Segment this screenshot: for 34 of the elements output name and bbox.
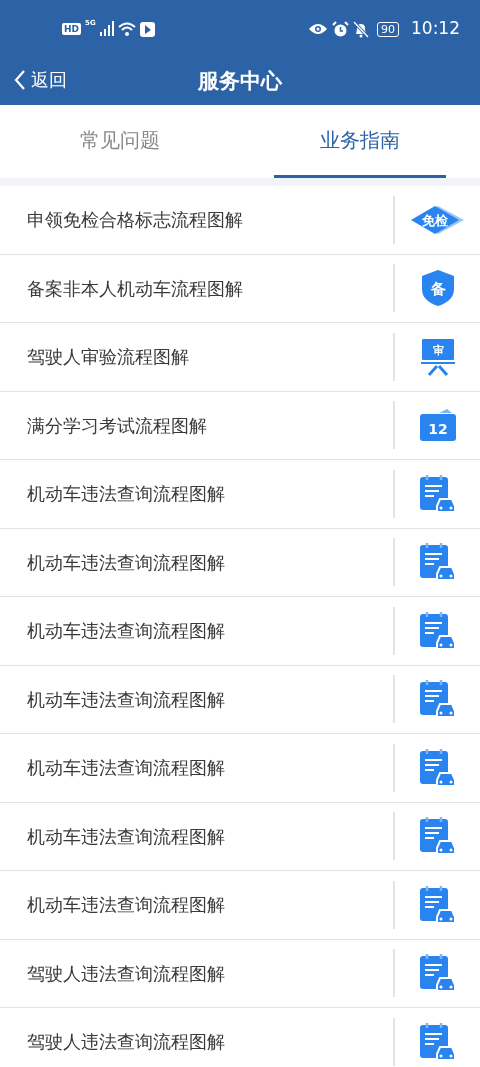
list-item[interactable]: 满分学习考试流程图解 12 xyxy=(0,391,480,460)
notepad-car-icon xyxy=(418,473,457,514)
list-item[interactable]: 机动车违法查询流程图解 xyxy=(0,528,480,597)
list-item[interactable]: 机动车违法查询流程图解 xyxy=(0,871,480,940)
notepad-car-icon xyxy=(418,1021,457,1062)
notepad-car-icon xyxy=(418,610,457,651)
hd-badge: HD xyxy=(62,23,81,35)
page-title: 服务中心 xyxy=(198,67,282,95)
list-item[interactable]: 申领免检合格标志流程图解 免检 xyxy=(0,186,480,255)
tab[interactable]: 业务指南 xyxy=(274,105,446,178)
signal-icon xyxy=(99,21,114,37)
list-item[interactable]: 机动车违法查询流程图解 xyxy=(0,665,480,734)
alarm-icon xyxy=(332,20,349,38)
list-item[interactable]: 驾驶人审验流程图解 审 xyxy=(0,323,480,392)
clock-time: 10:12 xyxy=(411,17,460,41)
battery-indicator: 90 xyxy=(377,21,399,37)
app-icon xyxy=(139,21,155,37)
notepad-car-icon xyxy=(418,747,457,788)
list-item[interactable]: 机动车违法查询流程图解 xyxy=(0,460,480,529)
tab[interactable]: 常见问题 xyxy=(34,105,206,178)
list-item[interactable]: 备案非本人机动车流程图解 备 xyxy=(0,254,480,323)
notepad-car-icon xyxy=(418,884,457,925)
diamond-icon: 免检 xyxy=(410,204,465,235)
list-item[interactable]: 驾驶人违法查询流程图解 xyxy=(0,939,480,1008)
list-item[interactable]: 机动车违法查询流程图解 xyxy=(0,802,480,871)
eye-icon xyxy=(308,23,328,35)
list-item[interactable]: 驾驶人违法查询流程图解 xyxy=(0,1008,480,1067)
bell-off-icon xyxy=(353,20,369,38)
shield-icon: 备 xyxy=(420,269,455,308)
list-item[interactable]: 机动车违法查询流程图解 xyxy=(0,597,480,666)
back-icon xyxy=(14,69,25,90)
back-button[interactable]: 返回 xyxy=(14,66,67,93)
wifi-icon xyxy=(117,22,136,36)
list-item[interactable]: 机动车违法查询流程图解 xyxy=(0,734,480,803)
